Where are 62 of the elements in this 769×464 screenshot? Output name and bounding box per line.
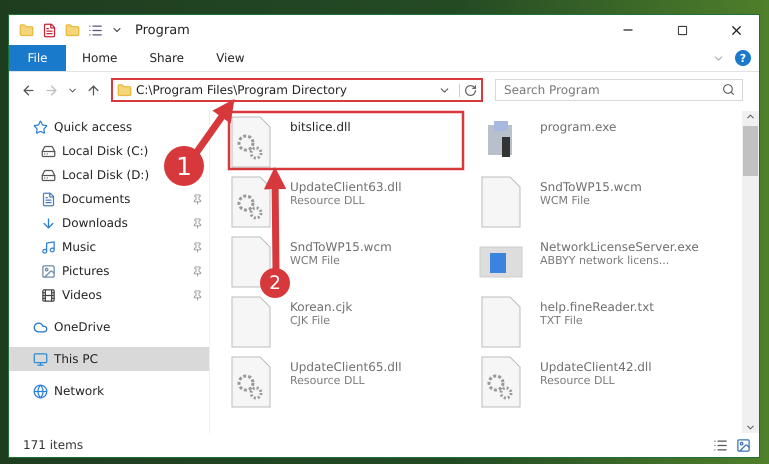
forward-icon <box>44 82 59 98</box>
back-icon <box>21 82 36 98</box>
ribbon-tab[interactable]: Share <box>133 45 200 71</box>
ribbon-tab[interactable]: Home <box>66 45 134 71</box>
file-type: Resource DLL <box>540 374 616 387</box>
file-menu-button[interactable]: File <box>9 45 66 71</box>
file-name[interactable]: UpdateClient63.dll <box>290 180 402 194</box>
sidebar-item[interactable]: Local Disk (C:) <box>9 139 154 163</box>
large-icons-view-icon[interactable] <box>736 438 751 452</box>
network-icon <box>33 384 48 398</box>
scroll-thumb[interactable] <box>743 126 758 176</box>
file-name[interactable]: bitslice.dll <box>290 120 351 134</box>
image-icon <box>41 264 56 278</box>
file-name[interactable]: SndToWP15.wcm <box>540 180 642 194</box>
file-type: TXT File <box>540 314 584 327</box>
download-icon <box>41 216 56 230</box>
drive-icon <box>41 144 56 158</box>
ribbon-tab[interactable]: View <box>200 45 261 71</box>
sidebar-item[interactable]: Downloads <box>9 211 209 235</box>
drive-icon <box>41 168 56 182</box>
file-name[interactable]: SndToWP15.wcm <box>290 240 392 254</box>
sidebar-item[interactable]: Videos <box>9 283 209 307</box>
film-icon <box>41 288 56 302</box>
search-icon <box>722 83 735 96</box>
file-name[interactable]: help.fineReader.txt <box>540 300 654 314</box>
address-bar[interactable]: C:\Program Files\Program Directory <box>111 78 483 102</box>
address-path: C:\Program Files\Program Directory <box>136 83 348 97</box>
refresh-icon[interactable] <box>459 84 477 96</box>
file-type: WCM File <box>540 194 591 207</box>
file-name[interactable]: UpdateClient65.dll <box>290 360 402 374</box>
file-name[interactable]: NetworkLicenseServer.exe <box>540 240 699 254</box>
sidebar-item[interactable]: OneDrive <box>9 315 116 339</box>
file-type: Resource DLL <box>290 374 366 387</box>
folder-icon <box>117 82 132 98</box>
sidebar-item[interactable]: Music <box>9 235 209 259</box>
scrollbar[interactable] <box>742 111 759 433</box>
file-type: Resource DLL <box>290 194 366 207</box>
file-name[interactable]: Korean.cjk <box>290 300 352 314</box>
sidebar-item[interactable]: Local Disk (D:) <box>9 163 156 187</box>
file-type: ABBYY network licens... <box>540 254 670 267</box>
music-icon <box>41 240 56 254</box>
search-field[interactable]: Search Program <box>495 79 743 101</box>
cloud-icon <box>33 320 48 334</box>
file-name[interactable]: program.exe <box>540 120 616 134</box>
star-icon <box>33 120 48 134</box>
file-type: WCM File <box>290 254 341 267</box>
file-name[interactable]: UpdateClient42.dll <box>540 360 652 374</box>
window-title: Program <box>135 22 191 38</box>
file-type: CJK File <box>290 314 332 327</box>
sidebar-item[interactable]: This PC <box>9 347 209 371</box>
sidebar-item[interactable]: Network <box>9 379 110 403</box>
sidebar-item[interactable]: Quick access <box>9 115 138 139</box>
item-count: 171 items <box>23 438 84 452</box>
monitor-icon <box>33 352 48 366</box>
properties-icon[interactable] <box>42 22 57 38</box>
help-button[interactable]: ? <box>735 50 751 66</box>
sidebar-item[interactable]: Pictures <box>9 259 209 283</box>
sidebar-item[interactable]: Documents <box>9 187 209 211</box>
details-view-icon[interactable] <box>713 438 728 452</box>
document-icon <box>41 192 56 206</box>
customize-icon[interactable] <box>88 22 103 38</box>
maximize-icon <box>676 24 688 36</box>
